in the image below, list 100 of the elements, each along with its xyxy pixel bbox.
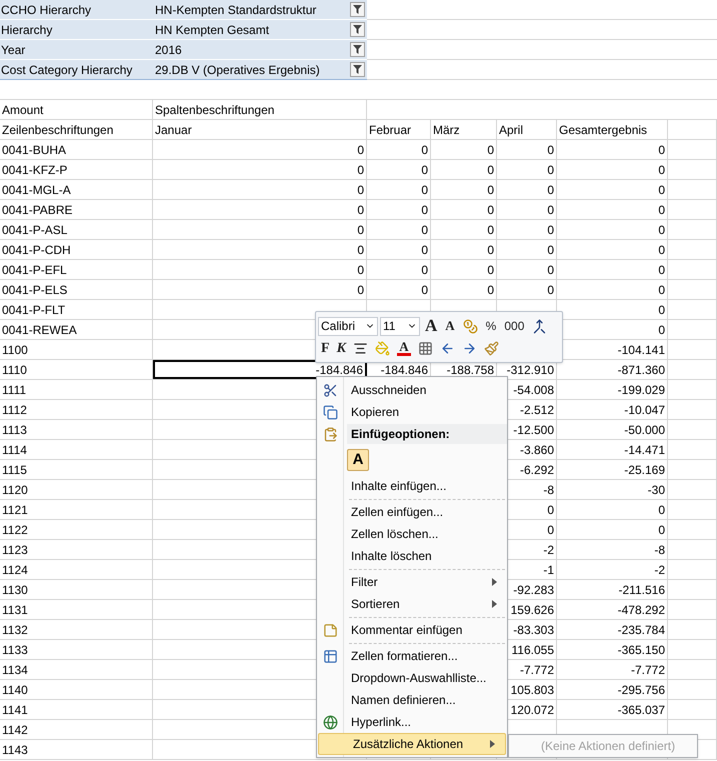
filter-button[interactable] [350, 62, 365, 77]
font-name-field[interactable]: Calibri [318, 316, 378, 336]
italic-button[interactable]: K [334, 338, 349, 358]
menu-item[interactable]: Inhalte löschen [317, 545, 507, 567]
row-label: 1133 [2, 642, 28, 658]
table-cell-text: -92.283 [513, 582, 554, 598]
table-cell-text: 0 [547, 242, 554, 258]
table-cell-text: 0 [357, 242, 364, 258]
row-label: 0041-PABRE [2, 202, 72, 218]
menu-item[interactable]: Sortieren [317, 593, 507, 615]
filter-button[interactable] [350, 2, 365, 17]
table-cell-text: 0 [547, 522, 554, 538]
table-cell-text: 0 [658, 302, 665, 318]
row-label: 1124 [2, 562, 28, 578]
filter-button[interactable] [350, 42, 365, 57]
table-cell-text: 105.803 [510, 682, 554, 698]
row-label: 1143 [2, 742, 28, 758]
table-cell-text: 0 [357, 262, 364, 278]
filter-button[interactable] [350, 22, 365, 37]
row-label: 1131 [2, 602, 28, 618]
table-cell-text: Amount [2, 102, 44, 118]
table-cell-text: -7.772 [520, 662, 554, 678]
border-grid-icon [418, 340, 433, 356]
menu-item[interactable]: Filter [317, 571, 507, 593]
table-cell-text: 0 [547, 222, 554, 238]
table-cell-text: 0 [547, 162, 554, 178]
row-label: 0041-P-ASL [2, 222, 68, 238]
merge-icon [532, 318, 548, 334]
table-cell-text: 120.072 [510, 702, 554, 718]
table-cell-text: 0 [658, 162, 665, 178]
row-label: 1115 [2, 462, 27, 478]
table-cell-text: 0 [487, 142, 494, 158]
font-size-field[interactable]: 11 [380, 316, 420, 336]
scissors-icon [322, 382, 338, 398]
table-cell-text: -25.169 [624, 462, 665, 478]
table-cell-text: 0 [421, 242, 428, 258]
format-button[interactable]: 000 [501, 316, 528, 336]
row-label: 0041-MGL-A [2, 182, 71, 198]
table-cell-text: 0 [658, 502, 665, 518]
format-button[interactable]: % [482, 316, 500, 336]
menu-item[interactable]: Zellen löschen... [317, 523, 507, 545]
table-cell-text: -478.292 [618, 602, 665, 618]
table-cell-text: -104.141 [618, 342, 665, 358]
column-header: April [499, 122, 524, 138]
menu-item[interactable]: Namen definieren... [317, 689, 507, 711]
row-label: 1111 [2, 382, 26, 398]
shrink-font-button[interactable]: A [442, 316, 458, 336]
row-label: 1121 [2, 502, 28, 518]
row-label: 1122 [2, 522, 28, 538]
table-cell-text: -365.150 [618, 642, 665, 658]
table-cell-text: 0 [547, 142, 554, 158]
menu-item[interactable]: Inhalte einfügen... [317, 475, 507, 497]
filter-icon [353, 25, 362, 34]
paste-option-button[interactable]: A [347, 449, 369, 471]
menu-item[interactable]: Zellen einfügen... [317, 501, 507, 523]
table-cell-text: 0 [487, 282, 494, 298]
table-cell-text: -184.846 [380, 362, 428, 378]
grow-font-button[interactable]: A [422, 316, 440, 336]
table-cell-text: 0 [487, 202, 494, 218]
font-color-button[interactable]: A [394, 338, 414, 358]
column-header: März [433, 122, 460, 138]
table-cell-text: 0 [357, 282, 364, 298]
menu-item[interactable]: Kopieren [317, 401, 507, 423]
table-cell-text: 0 [421, 182, 428, 198]
table-cell-text: 159.626 [510, 602, 554, 618]
table-cell-text: Zeilenbeschriftungen [2, 122, 114, 138]
table-cell-text: 0 [421, 142, 428, 158]
filter-label: Hierarchy [1, 22, 52, 38]
column-header: Januar [155, 122, 192, 138]
paintbrush-icon [484, 340, 499, 356]
row-label: 1110 [2, 362, 27, 378]
table-cell-text: 0 [658, 262, 665, 278]
menu-item[interactable]: Dropdown-Auswahlliste... [317, 667, 507, 689]
menu-item[interactable]: Hyperlink... [317, 711, 507, 733]
table-icon [322, 648, 338, 664]
row-label: 1100 [2, 342, 28, 358]
table-cell-text: -6.292 [520, 462, 554, 478]
table-cell-text: 0 [487, 162, 494, 178]
row-label: 1132 [2, 622, 28, 638]
table-cell-text: -211.516 [618, 582, 665, 598]
row-label: 1141 [2, 702, 28, 718]
row-label: 0041-P-FLT [2, 302, 66, 318]
globe-icon [322, 714, 338, 730]
table-cell-text: -295.756 [618, 682, 665, 698]
table-cell-text: 0 [547, 182, 554, 198]
table-cell-text: -14.471 [624, 442, 665, 458]
menu-item[interactable]: Zusätzliche Aktionen [318, 733, 506, 755]
menu-item[interactable]: Kommentar einfügen [317, 619, 507, 641]
table-cell-text: -2.512 [520, 402, 554, 418]
row-label: 0041-P-EFL [2, 262, 67, 278]
menu-item[interactable]: Ausschneiden [317, 379, 507, 401]
table-cell-text: 0 [487, 182, 494, 198]
table-cell-text: 0 [658, 242, 665, 258]
table-cell-text: 0 [658, 142, 665, 158]
table-cell-text: -312.910 [506, 362, 554, 378]
filter-label: Cost Category Hierarchy [1, 62, 132, 78]
menu-item[interactable]: Zellen formatieren... [317, 645, 507, 667]
filter-icon [353, 5, 362, 14]
bold-button[interactable]: F [318, 338, 333, 358]
column-header: Februar [369, 122, 412, 138]
